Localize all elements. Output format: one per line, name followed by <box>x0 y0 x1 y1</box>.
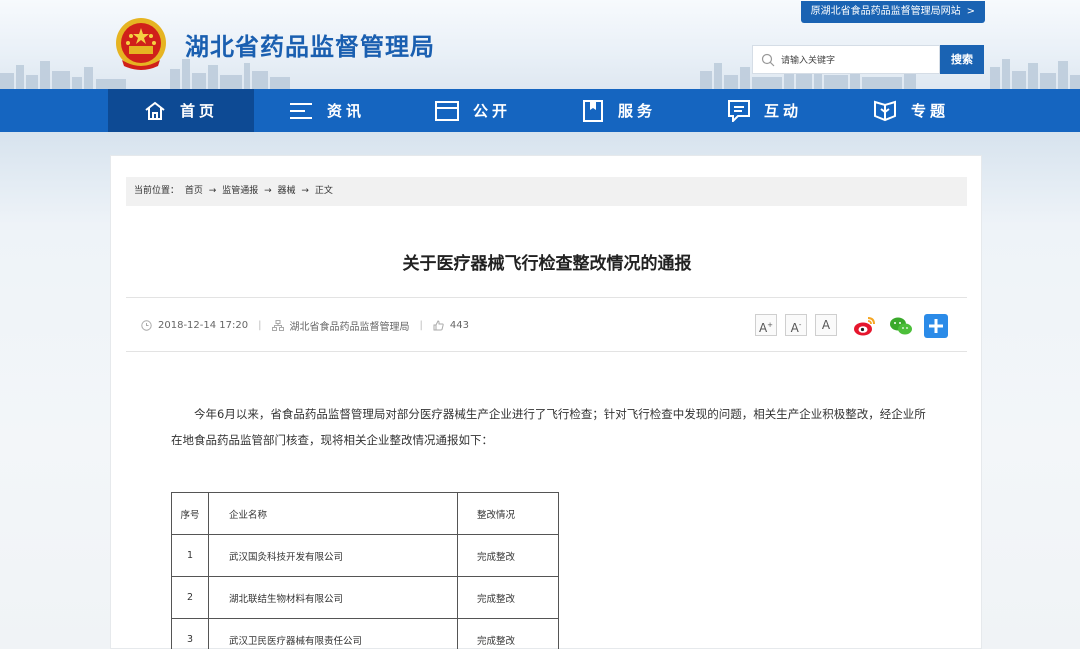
publish-date: 2018-12-14 17:20 <box>158 320 249 331</box>
table-cell: 1 <box>171 534 209 577</box>
table-cell: 3 <box>171 618 209 649</box>
org-icon <box>271 320 284 331</box>
table-header-cell: 整改情况 <box>457 492 559 535</box>
site-header: 原湖北省食品药品监督管理局网站 > 湖北省药品监督管理局 搜索 <box>0 0 1080 89</box>
table-row: 2 湖北联结生物材料有限公司 完成整改 <box>171 576 559 619</box>
nav-item-label: 专题 <box>910 102 949 120</box>
nav-item-news[interactable]: 资讯 <box>254 89 400 132</box>
article-source: 湖北省食品药品监督管理局 <box>289 322 410 333</box>
nav-item-label: 服务 <box>617 102 656 120</box>
table-cell: 武汉卫民医疗器械有限责任公司 <box>208 618 458 649</box>
nav-item-topics[interactable]: 专题 <box>838 89 984 132</box>
table-header-cell: 企业名称 <box>208 492 458 535</box>
nav-item-interact[interactable]: 互动 <box>692 89 838 132</box>
article-card: 当前位置： 首页 → 监管通报 → 器械 → 正文 关于医疗器械飞行检查整改情况… <box>110 155 982 649</box>
font-size-medium-button[interactable]: A- <box>785 314 807 336</box>
table-row: 1 武汉国灸科技开发有限公司 完成整改 <box>171 534 559 577</box>
nav-item-label: 首页 <box>179 102 218 120</box>
article-paragraph: 今年6月以来，省食品药品监督管理局对部分医疗器械生产企业进行了飞行检查；针对飞行… <box>171 407 926 447</box>
rectification-table: 序号 企业名称 整改情况 1 武汉国灸科技开发有限公司 完成整改 2 湖北联结生… <box>171 492 559 649</box>
table-cell: 完成整改 <box>457 534 559 577</box>
wechat-share-icon[interactable] <box>889 314 913 338</box>
table-header-row: 序号 企业名称 整改情况 <box>171 492 559 535</box>
font-size-small-button[interactable]: A <box>815 314 837 336</box>
search-input[interactable] <box>781 47 937 72</box>
font-size-small-label: A <box>821 318 831 332</box>
nav-item-label: 资讯 <box>326 102 365 120</box>
view-count: 443 <box>449 320 469 331</box>
breadcrumb-home[interactable]: 首页 <box>185 186 203 196</box>
chevron-right-icon: > <box>966 6 975 17</box>
search-button[interactable]: 搜索 <box>940 45 984 74</box>
site-title: 湖北省药品监督管理局 <box>185 33 435 61</box>
table-row: 3 武汉卫民医疗器械有限责任公司 完成整改 <box>171 618 559 649</box>
table-cell: 完成整改 <box>457 618 559 649</box>
list-icon <box>289 102 312 119</box>
font-size-medium-label: A <box>790 321 799 335</box>
weibo-share-icon[interactable] <box>853 314 877 338</box>
national-emblem-icon <box>116 18 166 70</box>
nav-item-label: 互动 <box>763 102 802 120</box>
nav-item-public[interactable]: 公开 <box>400 89 546 132</box>
divider <box>126 351 967 352</box>
breadcrumb: 当前位置： 首页 → 监管通报 → 器械 → 正文 <box>126 177 967 206</box>
article-meta: 2018-12-14 17:20 | 湖北省食品药品监督管理局 | 443 <box>141 318 469 333</box>
folder-icon <box>434 100 459 121</box>
old-site-link-label: 原湖北省食品药品监督管理局网站 <box>810 6 961 17</box>
clock-icon <box>141 320 152 331</box>
table-cell: 湖北联结生物材料有限公司 <box>208 576 458 619</box>
table-header-cell: 序号 <box>171 492 209 535</box>
plus-icon: + <box>767 321 774 329</box>
divider <box>126 297 967 298</box>
breadcrumb-arrow-icon: → <box>301 186 309 196</box>
table-cell: 完成整改 <box>457 576 559 619</box>
nav-item-service[interactable]: 服务 <box>546 89 692 132</box>
breadcrumb-devices[interactable]: 器械 <box>278 186 296 196</box>
breadcrumb-arrow-icon: → <box>208 186 217 196</box>
shield-book-icon <box>873 100 896 121</box>
article-title: 关于医疗器械飞行检查整改情况的通报 <box>402 254 692 274</box>
nav-item-label: 公开 <box>472 102 511 120</box>
more-share-icon[interactable] <box>924 314 948 338</box>
search-icon <box>761 53 775 67</box>
breadcrumb-supervision[interactable]: 监管通报 <box>222 186 258 196</box>
font-size-large-label: A <box>758 321 768 335</box>
breadcrumb-arrow-icon: → <box>264 186 272 196</box>
nav-item-home[interactable]: 首页 <box>108 89 254 132</box>
search-box <box>752 45 940 74</box>
meta-separator: | <box>419 320 423 331</box>
minus-icon: - <box>798 321 802 329</box>
table-cell: 武汉国灸科技开发有限公司 <box>208 534 458 577</box>
bookmark-icon <box>582 99 603 122</box>
breadcrumb-current: 正文 <box>314 186 333 196</box>
home-icon <box>145 101 165 120</box>
thumb-icon <box>433 320 444 331</box>
font-size-large-button[interactable]: A+ <box>755 314 777 336</box>
old-site-link[interactable]: 原湖北省食品药品监督管理局网站 > <box>800 1 985 23</box>
chat-icon <box>727 99 750 122</box>
breadcrumb-prefix: 当前位置： <box>134 186 180 196</box>
table-cell: 2 <box>171 576 209 619</box>
main-nav: 首页 资讯 公开 服务 互动 专题 <box>0 89 1080 132</box>
meta-separator: | <box>258 320 262 331</box>
